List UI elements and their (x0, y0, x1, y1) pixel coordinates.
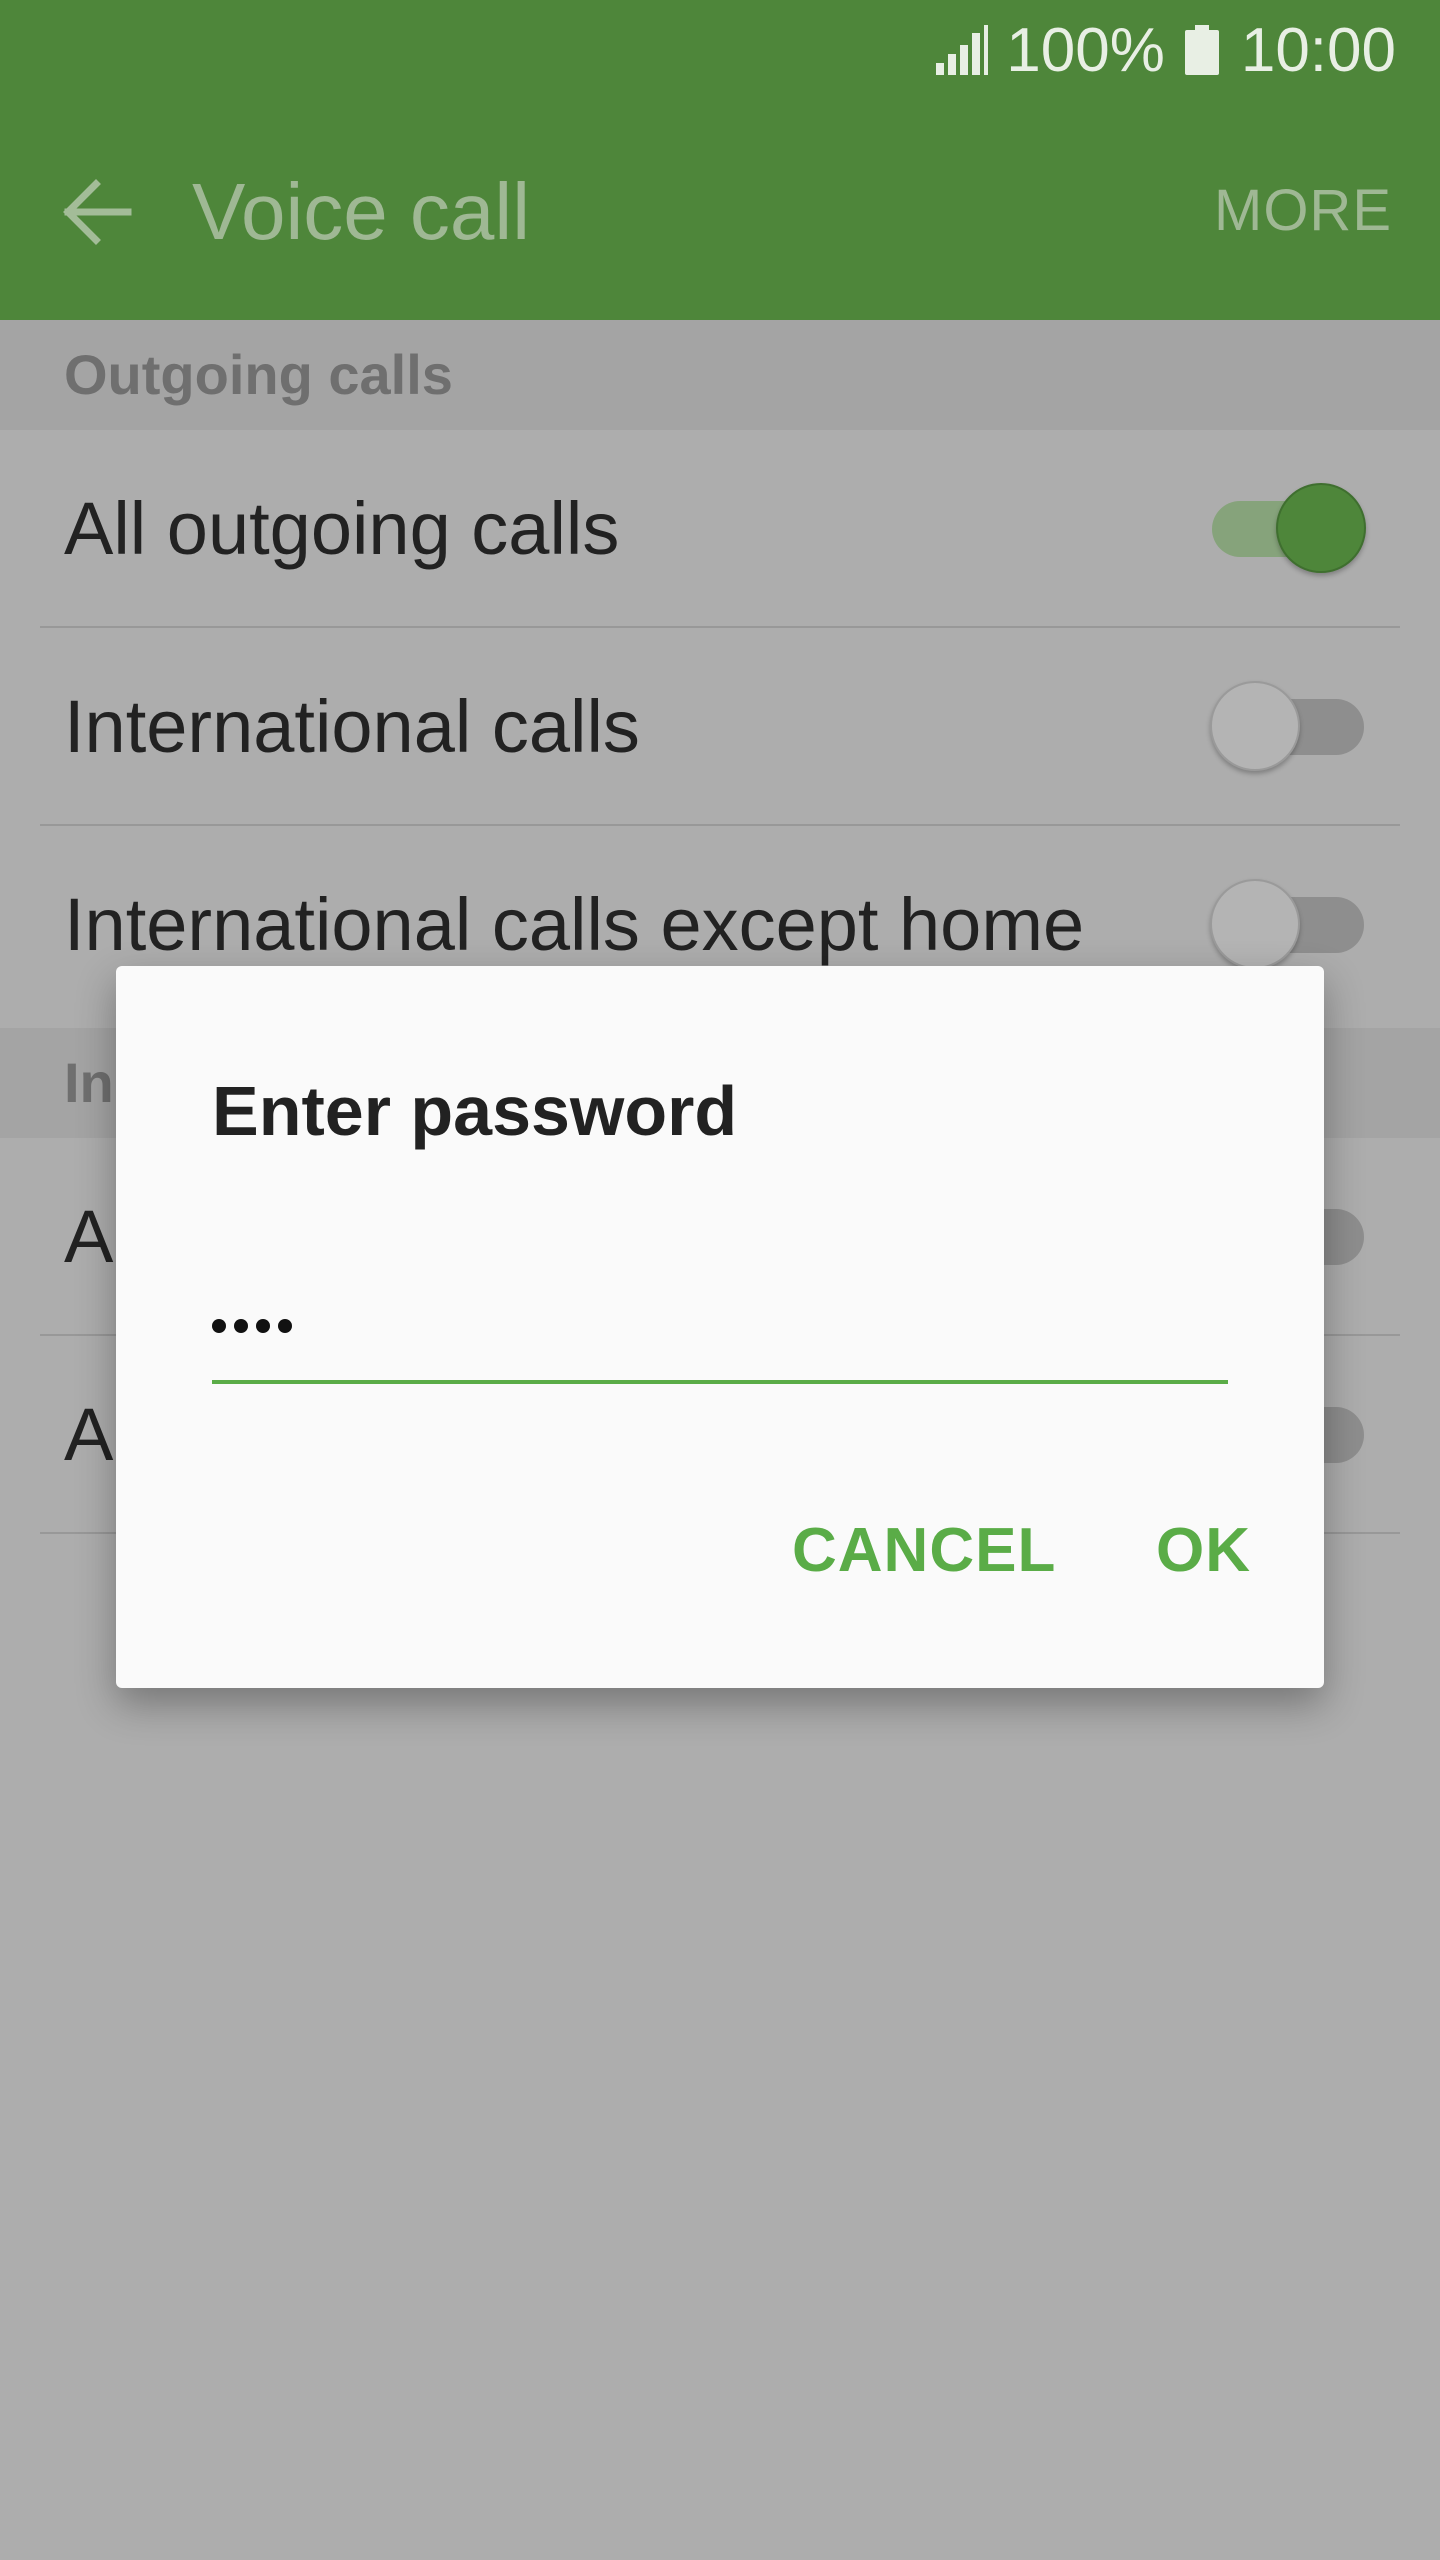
toggle-switch-on[interactable] (1212, 483, 1366, 573)
password-dot (212, 1319, 226, 1333)
dialog-title: Enter password (212, 1072, 738, 1150)
password-dot (278, 1319, 292, 1333)
arrow-back-icon[interactable] (60, 178, 132, 246)
more-button[interactable]: MORE (1214, 176, 1392, 246)
toggle-thumb (1276, 483, 1366, 573)
cancel-button[interactable]: CANCEL (792, 1506, 1056, 1596)
section-header-outgoing-calls: Outgoing calls (0, 320, 1440, 430)
toggle-switch-off[interactable] (1210, 879, 1364, 969)
clock-time: 10:00 (1240, 15, 1396, 85)
battery-percent: 100% (1006, 15, 1165, 85)
section-header-label: Outgoing calls (64, 343, 453, 406)
section-header-label: In (64, 1051, 114, 1114)
setting-label: A (64, 1393, 114, 1476)
page-title: Voice call (192, 167, 530, 256)
toggle-switch-off[interactable] (1210, 681, 1364, 771)
setting-row-all-outgoing-calls[interactable]: All outgoing calls (0, 430, 1440, 628)
password-mask (212, 1266, 292, 1386)
battery-full-icon (1184, 25, 1219, 75)
password-dot (256, 1319, 270, 1333)
setting-label: All outgoing calls (64, 487, 620, 570)
toggle-thumb (1210, 681, 1300, 771)
toggle-thumb (1210, 879, 1300, 969)
ok-button[interactable]: OK (1156, 1506, 1251, 1596)
signal-strength-icon (936, 25, 989, 75)
status-indicators: 100% 10:00 (934, 0, 1396, 100)
setting-label: International calls (64, 685, 640, 768)
app-bar: Voice call MORE (0, 100, 1440, 320)
password-dot (234, 1319, 248, 1333)
setting-label: A (64, 1195, 114, 1278)
setting-row-international-calls[interactable]: International calls (0, 628, 1440, 826)
password-input[interactable] (212, 1266, 1228, 1386)
status-bar: 100% 10:00 (0, 0, 1440, 100)
input-underline (212, 1380, 1228, 1384)
password-dialog: Enter password CANCEL OK (116, 966, 1324, 1688)
